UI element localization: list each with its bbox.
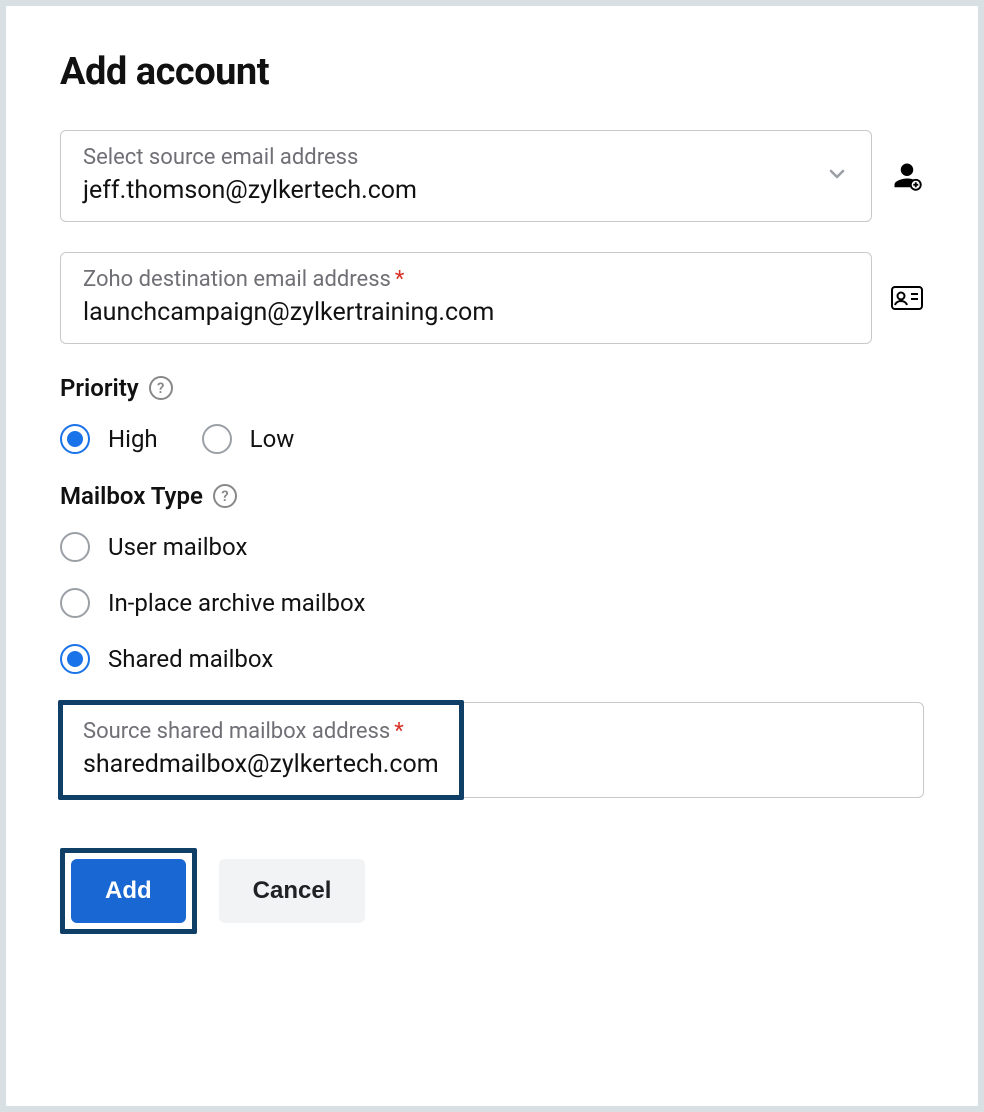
priority-option-high[interactable]: High [60,424,158,454]
radio-label: Shared mailbox [108,645,273,673]
source-email-row: Select source email address jeff.thomson… [60,130,924,222]
button-row: Add Cancel [60,848,924,934]
radio-icon [60,424,90,454]
page-title: Add account [60,50,924,94]
shared-mailbox-input[interactable]: Source shared mailbox address* sharedmai… [60,702,924,798]
mailbox-option-shared[interactable]: Shared mailbox [60,644,924,674]
required-marker: * [395,267,404,292]
priority-label: Priority ? [60,374,924,402]
required-marker: * [394,719,403,744]
cancel-button[interactable]: Cancel [219,859,366,923]
add-button[interactable]: Add [71,859,186,923]
radio-icon [60,532,90,562]
mailbox-option-user[interactable]: User mailbox [60,532,924,562]
radio-icon [60,644,90,674]
destination-email-input[interactable]: Zoho destination email address* launchca… [60,252,872,344]
source-email-select[interactable]: Select source email address jeff.thomson… [60,130,872,222]
add-account-panel: Add account Select source email address … [6,6,978,1106]
radio-label: User mailbox [108,533,247,561]
destination-email-label: Zoho destination email address* [83,267,851,292]
destination-email-value: launchcampaign@zylkertraining.com [83,298,851,327]
radio-label: Low [250,425,295,453]
radio-icon [60,588,90,618]
destination-email-row: Zoho destination email address* launchca… [60,252,924,344]
radio-label: In-place archive mailbox [108,589,365,617]
radio-label: High [108,425,158,453]
mailbox-type-label: Mailbox Type ? [60,482,924,510]
contact-card-icon[interactable] [890,283,924,313]
add-button-highlight: Add [60,848,197,934]
priority-option-low[interactable]: Low [202,424,295,454]
shared-mailbox-value: sharedmailbox@zylkertech.com [83,750,439,779]
priority-options: High Low [60,424,924,454]
mailbox-option-archive[interactable]: In-place archive mailbox [60,588,924,618]
shared-mailbox-label: Source shared mailbox address* [83,719,439,744]
source-email-label: Select source email address [83,145,851,170]
help-icon[interactable]: ? [149,376,173,400]
chevron-down-icon [825,162,849,190]
source-email-value: jeff.thomson@zylkertech.com [83,176,851,205]
add-user-icon[interactable] [890,161,924,191]
radio-icon [202,424,232,454]
shared-mailbox-row: Source shared mailbox address* sharedmai… [60,702,924,798]
help-icon[interactable]: ? [213,484,237,508]
mailbox-type-options: User mailbox In-place archive mailbox Sh… [60,532,924,674]
